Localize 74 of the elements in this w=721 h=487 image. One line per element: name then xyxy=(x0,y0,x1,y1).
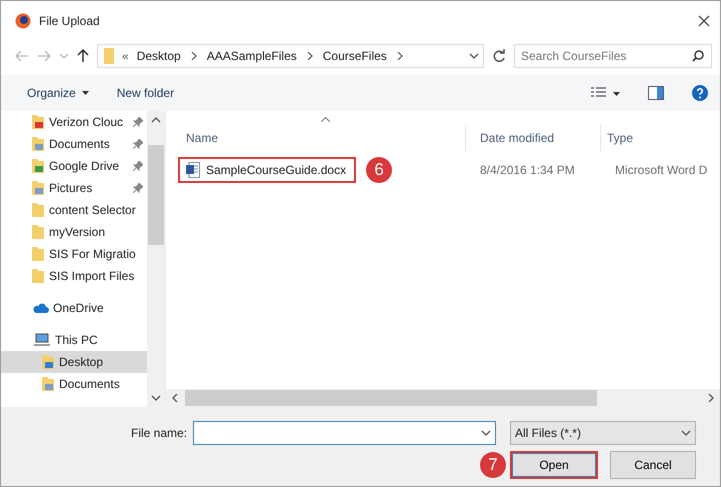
vertical-scrollbar[interactable] xyxy=(147,111,165,407)
file-type-dropdown[interactable]: All Files (*.*) xyxy=(510,421,696,445)
chevron-down-icon xyxy=(151,394,161,402)
folder-icon xyxy=(41,354,55,370)
pin-icon xyxy=(133,139,143,149)
new-folder-button[interactable]: New folder xyxy=(116,84,174,102)
sidebar-item[interactable]: Pictures xyxy=(1,177,147,199)
chevron-right-icon xyxy=(394,52,405,60)
refresh-icon[interactable] xyxy=(492,49,506,63)
pin-icon xyxy=(133,161,143,171)
word-document-icon xyxy=(186,162,200,178)
column-header[interactable]: Name xyxy=(166,125,466,151)
column-header[interactable]: Date modified xyxy=(466,125,601,151)
up-arrow-icon[interactable] xyxy=(77,49,89,63)
help-icon[interactable] xyxy=(692,85,708,101)
folder-icon xyxy=(31,224,45,240)
breadcrumb[interactable]: AAASampleFiles xyxy=(206,49,297,63)
search-field[interactable]: Search CourseFiles xyxy=(514,44,712,68)
sidebar-item[interactable]: SIS For Migratio xyxy=(1,243,147,265)
address-bar[interactable]: « Desktop AAASampleFiles CourseFiles xyxy=(97,44,484,68)
breadcrumb[interactable]: Desktop xyxy=(136,49,181,63)
chevron-down-icon xyxy=(681,429,691,437)
step-number-badge: 7 xyxy=(480,452,506,478)
chevron-down-icon xyxy=(469,52,479,60)
chevron-up-icon xyxy=(151,116,161,124)
chevron-down-icon xyxy=(59,52,69,60)
organize-button[interactable]: Organize xyxy=(27,84,89,102)
window-title: File Upload xyxy=(39,14,101,28)
file-name-field[interactable] xyxy=(193,421,496,445)
folder-icon xyxy=(41,376,55,392)
folder-icon xyxy=(31,268,45,284)
sidebar-item[interactable]: This PC xyxy=(1,329,147,351)
chevron-right-icon xyxy=(706,394,716,402)
chevron-right-icon xyxy=(304,52,315,60)
step-number-badge: 6 xyxy=(366,157,392,183)
file-name-label: File name: xyxy=(131,426,188,440)
sidebar-item[interactable]: Verizon Clouc xyxy=(1,111,147,133)
column-header[interactable]: Type xyxy=(601,125,701,151)
folder-icon xyxy=(31,180,45,196)
sidebar-item[interactable]: Documents xyxy=(1,133,147,155)
sidebar-item[interactable]: Google Drive xyxy=(1,155,147,177)
folder-icon xyxy=(31,202,45,218)
cancel-button[interactable]: Cancel xyxy=(610,451,696,479)
pin-icon xyxy=(133,117,143,127)
pin-icon xyxy=(133,183,143,193)
folder-icon xyxy=(104,48,114,64)
folder-icon xyxy=(31,246,45,262)
sidebar-item[interactable]: content Selector xyxy=(1,199,147,221)
computer-icon xyxy=(33,333,51,347)
file-name-cell[interactable]: SampleCourseGuide.docx xyxy=(178,157,356,183)
caret-icon xyxy=(82,91,89,95)
chevron-down-icon xyxy=(480,429,491,437)
close-icon[interactable] xyxy=(698,15,710,27)
chevron-right-icon xyxy=(188,52,199,60)
horizontal-scrollbar[interactable] xyxy=(166,389,720,407)
folder-icon xyxy=(31,158,45,174)
sidebar-item[interactable]: myVersion xyxy=(1,221,147,243)
open-button[interactable]: Open xyxy=(510,451,598,479)
folder-icon xyxy=(31,114,45,130)
sidebar-item[interactable]: SIS Import Files xyxy=(1,265,147,287)
sidebar-item[interactable]: Desktop xyxy=(1,351,147,373)
sidebar-item[interactable]: OneDrive xyxy=(1,297,147,319)
breadcrumb[interactable]: CourseFiles xyxy=(322,49,387,63)
sidebar-item[interactable]: Documents xyxy=(1,373,147,395)
folder-icon xyxy=(31,136,45,152)
table-cell-text: Microsoft Word D xyxy=(614,163,708,177)
cloud-icon xyxy=(33,302,49,314)
sort-caret-icon xyxy=(321,117,330,122)
search-icon xyxy=(692,50,704,62)
address-overflow[interactable]: « xyxy=(122,49,129,63)
preview-pane-icon[interactable] xyxy=(648,86,664,100)
table-cell-text: 8/4/2016 1:34 PM xyxy=(479,163,576,177)
chevron-left-icon xyxy=(170,394,180,402)
browser-logo-icon xyxy=(15,13,31,29)
